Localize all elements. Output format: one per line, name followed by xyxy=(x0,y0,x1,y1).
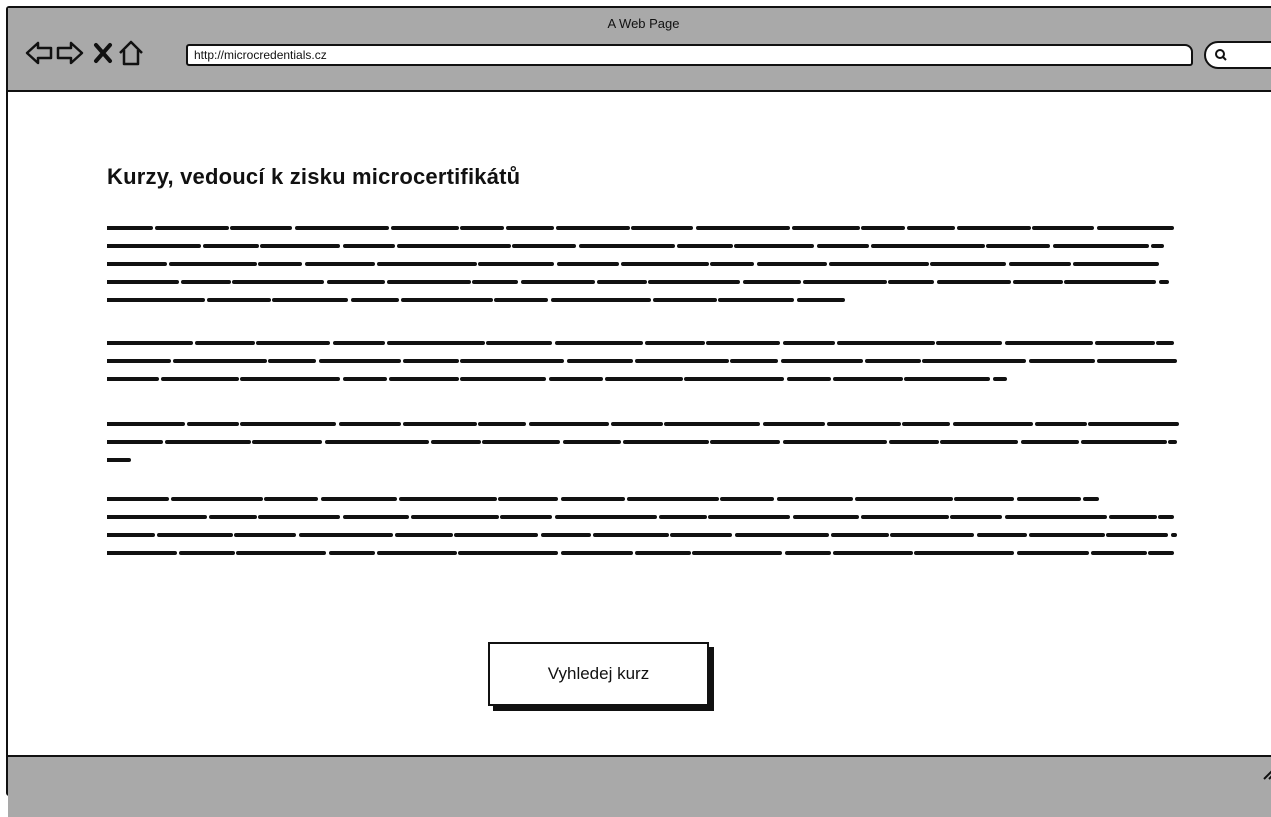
home-icon[interactable] xyxy=(116,38,146,68)
window-title: A Web Page xyxy=(607,16,680,31)
status-bar xyxy=(8,755,1271,817)
address-bar[interactable]: http://microcredentials.cz xyxy=(186,44,1193,66)
placeholder-paragraph-2 xyxy=(107,341,1177,381)
placeholder-paragraph-4 xyxy=(107,497,1177,555)
search-field[interactable] xyxy=(1204,41,1271,69)
search-course-button[interactable]: Vyhledej kurz xyxy=(488,642,709,706)
resize-grip-icon[interactable] xyxy=(1260,764,1271,780)
browser-toolbar: A Web Page http://microcredentials.cz xyxy=(8,8,1271,92)
browser-window: A Web Page http://microcredentials.cz Ku… xyxy=(6,6,1271,817)
search-icon xyxy=(1215,49,1227,61)
placeholder-paragraph-1 xyxy=(107,226,1174,302)
back-arrow-icon[interactable] xyxy=(24,38,54,68)
close-x-icon[interactable] xyxy=(88,38,118,68)
page-heading: Kurzy, vedoucí k zisku microcertifikátů xyxy=(107,164,521,189)
placeholder-paragraph-3 xyxy=(107,422,1179,462)
forward-arrow-icon[interactable] xyxy=(55,38,85,68)
